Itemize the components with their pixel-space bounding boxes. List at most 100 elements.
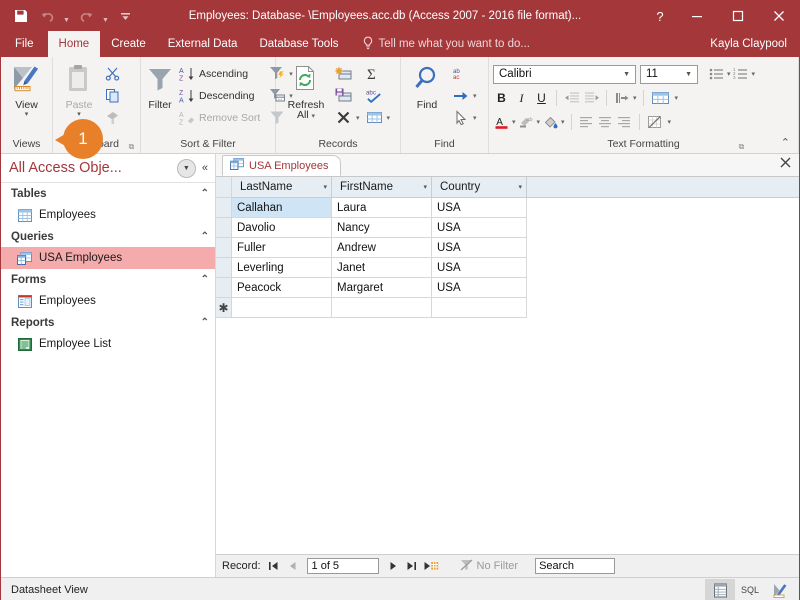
table-row[interactable]: Davolio Nancy USA (216, 218, 799, 238)
cell-country[interactable]: USA (432, 218, 527, 238)
chevron-down-icon[interactable]: ▾ (518, 183, 522, 191)
undo-dropdown-icon[interactable]: ▼ (61, 2, 72, 30)
new-record-button[interactable] (423, 558, 441, 575)
clipboard-dialog-launcher-icon[interactable]: ⧉ (127, 142, 136, 151)
background-color-dropdown-icon[interactable]: ▾ (561, 118, 565, 126)
gridlines-dropdown-icon[interactable]: ▾ (668, 118, 672, 126)
chevron-up-icon[interactable]: ⌃ (201, 231, 209, 242)
chevron-up-icon[interactable]: ⌃ (201, 274, 209, 285)
record-number-input[interactable]: 1 of 5 (306, 558, 379, 574)
tab-external-data[interactable]: External Data (157, 31, 249, 57)
table-row[interactable]: Peacock Margaret USA (216, 278, 799, 298)
replace-button[interactable]: ab ac (449, 63, 480, 84)
select-dropdown-icon[interactable]: ▾ (473, 114, 477, 122)
underline-button[interactable]: U (533, 90, 550, 107)
cell-firstname[interactable]: Andrew (332, 238, 432, 258)
cell-lastname[interactable]: Callahan (232, 198, 332, 218)
font-name-dropdown-icon[interactable]: ▼ (623, 71, 635, 78)
copy-button[interactable] (101, 85, 124, 106)
save-icon[interactable] (9, 5, 33, 27)
text-highlight-dropdown-icon[interactable]: ▾ (537, 118, 541, 126)
close-button[interactable] (758, 1, 799, 31)
nav-group-queries[interactable]: Queries ⌃ (1, 226, 215, 247)
row-selector[interactable] (216, 238, 232, 258)
tab-home[interactable]: Home (47, 31, 101, 57)
italic-button[interactable]: I (513, 90, 530, 107)
cell-lastname[interactable]: Davolio (232, 218, 332, 238)
background-color-icon[interactable] (542, 114, 559, 131)
delete-dropdown-icon[interactable]: ▾ (356, 114, 360, 122)
table-row[interactable]: Leverling Janet USA (216, 258, 799, 278)
cell-firstname-new[interactable] (332, 298, 432, 318)
customize-qat-icon[interactable] (113, 5, 137, 27)
row-selector[interactable] (216, 218, 232, 238)
select-all-corner[interactable] (216, 177, 232, 198)
cell-country-new[interactable] (432, 298, 527, 318)
first-record-button[interactable] (266, 558, 282, 575)
minimize-button[interactable] (676, 1, 717, 31)
row-selector[interactable] (216, 278, 232, 298)
text-formatting-dialog-launcher-icon[interactable]: ⧉ (737, 142, 746, 151)
cell-firstname[interactable]: Margaret (332, 278, 432, 298)
sidebar-item-employees-table[interactable]: Employees (1, 204, 215, 226)
refresh-all-button[interactable]: Refresh All ▾ (280, 61, 332, 121)
cell-firstname[interactable]: Nancy (332, 218, 432, 238)
collapse-ribbon-icon[interactable]: ⌃ (781, 135, 790, 152)
align-right-icon[interactable] (616, 114, 633, 131)
document-tab-usa-employees[interactable]: USA Employees (222, 155, 342, 176)
chevron-up-icon[interactable]: ⌃ (201, 188, 209, 199)
increase-indent-icon[interactable] (583, 90, 600, 107)
numbered-list-dropdown-icon[interactable]: ▾ (752, 70, 756, 78)
new-record-marker[interactable]: ✱ (216, 298, 232, 318)
row-selector[interactable] (216, 198, 232, 218)
more-button[interactable]: ▾ (363, 107, 394, 128)
chevron-down-icon[interactable]: ▾ (423, 183, 427, 191)
filter-status-button[interactable]: No Filter (454, 559, 525, 574)
chevron-down-icon[interactable]: ▾ (323, 183, 327, 191)
help-button[interactable]: ? (644, 1, 676, 31)
cell-lastname[interactable]: Leverling (232, 258, 332, 278)
new-record-button[interactable] (332, 63, 363, 84)
close-document-icon[interactable] (780, 157, 791, 171)
more-dropdown-icon[interactable]: ▾ (387, 114, 391, 122)
datasheet-grid[interactable]: LastName ▾ FirstName ▾ Country ▾ Callaha… (216, 177, 799, 554)
tab-create[interactable]: Create (100, 31, 157, 57)
search-input[interactable]: Search (535, 558, 616, 574)
undo-icon[interactable] (35, 5, 59, 27)
sql-view-button[interactable]: SQL (735, 579, 765, 600)
column-header-firstname[interactable]: FirstName ▾ (332, 177, 432, 198)
view-dropdown-icon[interactable]: ▾ (25, 110, 29, 118)
datasheet-formatting-icon[interactable] (650, 90, 672, 107)
view-button[interactable]: View ▾ (5, 61, 48, 118)
totals-button[interactable]: Σ (363, 63, 394, 84)
spelling-button[interactable]: abc (363, 85, 394, 106)
datasheet-view-button[interactable] (705, 579, 735, 600)
sort-descending-button[interactable]: Z A Descending (175, 85, 263, 106)
sort-ascending-button[interactable]: A Z Ascending (175, 63, 263, 84)
font-color-button[interactable]: A (493, 114, 510, 131)
go-to-dropdown-icon[interactable]: ▾ (473, 92, 477, 100)
design-view-button[interactable] (765, 579, 795, 600)
cell-country[interactable]: USA (432, 238, 527, 258)
nav-group-tables[interactable]: Tables ⌃ (1, 183, 215, 204)
text-direction-icon[interactable] (613, 90, 630, 107)
sidebar-item-employee-list-report[interactable]: Employee List (1, 333, 215, 355)
row-selector[interactable] (216, 258, 232, 278)
cell-lastname[interactable]: Fuller (232, 238, 332, 258)
font-size-combobox[interactable]: 11 ▼ (640, 64, 698, 84)
find-button[interactable]: Find (405, 61, 449, 111)
align-center-icon[interactable] (597, 114, 614, 131)
account-name[interactable]: Kayla Claypool (710, 31, 787, 57)
tab-database-tools[interactable]: Database Tools (248, 31, 349, 57)
tell-me-search[interactable]: Tell me what you want to do... (350, 31, 530, 57)
previous-record-button[interactable] (285, 558, 301, 575)
navigation-pane-menu-icon[interactable]: ▼ (176, 158, 196, 178)
numbered-list-icon[interactable]: 1 2 3 (733, 66, 750, 83)
text-highlight-icon[interactable]: ab (518, 114, 535, 131)
select-button[interactable]: ▾ (449, 107, 480, 128)
format-painter-button[interactable] (101, 107, 124, 128)
font-name-combobox[interactable]: Calibri ▼ (493, 64, 636, 84)
navigation-pane-collapse-icon[interactable]: « (202, 162, 211, 174)
refresh-all-dropdown-icon[interactable]: ▾ (312, 113, 316, 120)
cell-country[interactable]: USA (432, 278, 527, 298)
